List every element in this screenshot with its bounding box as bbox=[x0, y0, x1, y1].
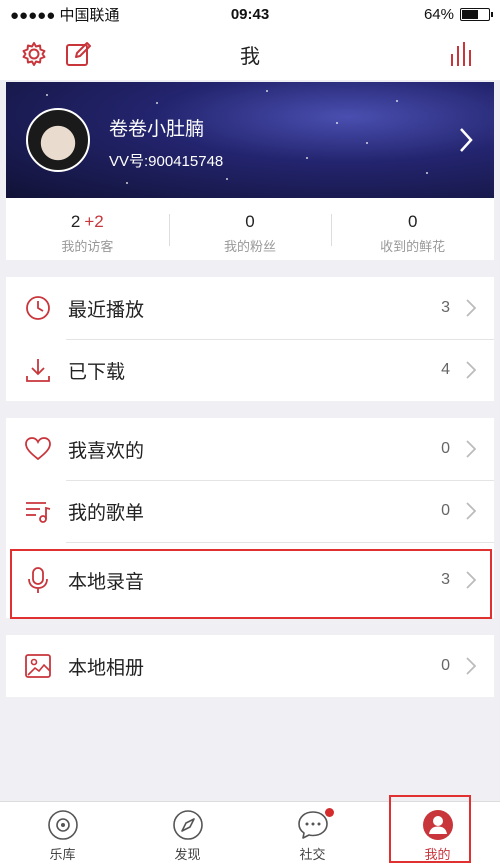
playlist-icon bbox=[26, 502, 51, 523]
chevron-right-icon[interactable] bbox=[458, 126, 474, 154]
clock-icon bbox=[26, 296, 50, 320]
stat-value: 0 bbox=[407, 212, 418, 231]
stats-bar: 2 +2 我的访客 0 我的粉丝 0 收到的鲜花 bbox=[6, 198, 494, 260]
stat-fans[interactable]: 0 我的粉丝 bbox=[168, 198, 332, 260]
battery-icon bbox=[460, 7, 493, 21]
stat-value: 2 bbox=[70, 212, 81, 231]
menu-item-label: 我的歌单 bbox=[68, 502, 145, 524]
stat-label: 我的访客 bbox=[61, 239, 114, 254]
disc-icon bbox=[47, 810, 78, 840]
username: 卷卷小肚腩 bbox=[109, 119, 205, 140]
menu-item-local-album[interactable]: 本地相册 0 bbox=[6, 635, 494, 697]
menu-item-favorites[interactable]: 我喜欢的 0 bbox=[6, 418, 494, 480]
tab-label: 发现 bbox=[174, 847, 201, 862]
chevron-right-icon bbox=[466, 571, 476, 589]
tab-bar: 乐库 发现 社交 我的 bbox=[0, 801, 500, 865]
stat-visitors[interactable]: 2 +2 我的访客 bbox=[6, 198, 169, 260]
nav-bar: 我 bbox=[0, 28, 500, 80]
menu-item-count: 0 bbox=[441, 657, 450, 674]
status-bar: ●●●●● 中国联通 09:43 64% bbox=[0, 0, 500, 28]
vv-id: VV号:900415748 bbox=[109, 153, 224, 170]
menu-item-playlists[interactable]: 我的歌单 0 bbox=[6, 480, 494, 542]
menu-item-label: 已下载 bbox=[68, 361, 126, 383]
tab-label: 社交 bbox=[299, 847, 326, 862]
notification-dot bbox=[324, 808, 334, 817]
profile-banner[interactable]: 卷卷小肚腩 VV号:900415748 bbox=[6, 82, 494, 198]
menu-item-label: 最近播放 bbox=[68, 299, 145, 321]
menu-item-label: 我喜欢的 bbox=[68, 440, 145, 462]
menu-item-count: 3 bbox=[441, 299, 450, 316]
heart-icon bbox=[25, 437, 51, 461]
tab-discover[interactable]: 发现 bbox=[125, 802, 250, 865]
chevron-right-icon bbox=[466, 299, 476, 317]
tab-social[interactable]: 社交 bbox=[250, 802, 375, 865]
chevron-right-icon bbox=[466, 657, 476, 675]
menu-group-music: 我喜欢的 0 我的歌单 0 本地录音 3 bbox=[6, 418, 494, 618]
chevron-right-icon bbox=[466, 502, 476, 520]
tab-library[interactable]: 乐库 bbox=[0, 802, 125, 865]
carrier: ●●●●● 中国联通 bbox=[10, 6, 120, 24]
avatar[interactable] bbox=[26, 108, 90, 172]
stat-value: 0 bbox=[245, 212, 255, 231]
menu-item-label: 本地相册 bbox=[68, 657, 145, 679]
chevron-right-icon bbox=[466, 440, 476, 458]
stat-flowers[interactable]: 0 收到的鲜花 bbox=[331, 198, 494, 260]
stat-label: 我的粉丝 bbox=[224, 239, 277, 254]
menu-item-count: 0 bbox=[441, 440, 450, 457]
photo-album-icon bbox=[25, 654, 51, 678]
menu-group-album: 本地相册 0 bbox=[6, 635, 494, 697]
menu-item-recent[interactable]: 最近播放 3 bbox=[6, 277, 494, 339]
menu-item-downloaded[interactable]: 已下载 4 bbox=[6, 339, 494, 401]
tab-label: 乐库 bbox=[49, 847, 76, 862]
user-icon bbox=[422, 810, 453, 840]
menu-group-history: 最近播放 3 已下载 4 bbox=[6, 277, 494, 401]
tab-label: 我的 bbox=[424, 847, 451, 862]
chevron-right-icon bbox=[466, 361, 476, 379]
menu-item-count: 3 bbox=[441, 571, 450, 588]
microphone-icon bbox=[28, 567, 48, 593]
compass-icon bbox=[172, 810, 203, 840]
battery-percent: 64% bbox=[423, 5, 454, 23]
stat-delta: +2 bbox=[84, 212, 104, 231]
menu-item-label: 本地录音 bbox=[68, 571, 145, 593]
tab-mine[interactable]: 我的 bbox=[375, 802, 500, 865]
page-title: 我 bbox=[240, 45, 260, 68]
bar-chart-icon[interactable] bbox=[448, 40, 476, 68]
menu-item-count: 0 bbox=[441, 502, 450, 519]
download-icon bbox=[26, 359, 50, 382]
menu-item-count: 4 bbox=[441, 361, 450, 378]
stat-label: 收到的鲜花 bbox=[380, 239, 446, 254]
menu-item-local-recordings[interactable]: 本地录音 3 bbox=[6, 542, 494, 618]
